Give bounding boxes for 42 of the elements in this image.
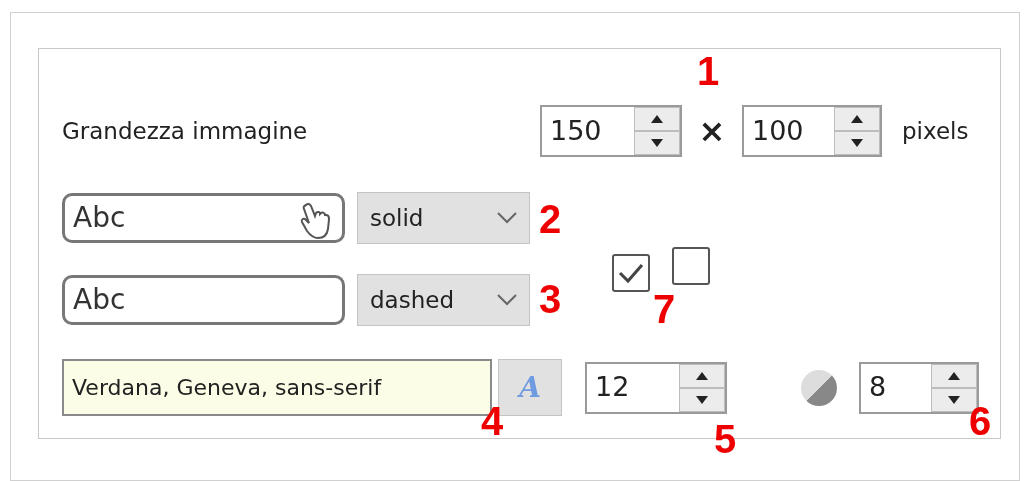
increment-button[interactable] bbox=[634, 107, 680, 131]
increment-button[interactable] bbox=[834, 107, 880, 131]
callout-number: 1 bbox=[697, 51, 720, 91]
sample-text: Abc bbox=[73, 200, 126, 236]
field-label: Grandezza immagine bbox=[62, 116, 309, 146]
down-arrow-icon bbox=[851, 139, 863, 147]
chevron-down-icon bbox=[497, 294, 517, 306]
number-spinner[interactable]: 150 bbox=[540, 105, 682, 157]
checkmark-icon bbox=[618, 262, 644, 284]
number-spinner[interactable]: 100 bbox=[742, 105, 882, 157]
rounded-corner-icon bbox=[799, 367, 839, 408]
up-arrow-icon bbox=[651, 115, 663, 123]
unit-label: pixels bbox=[902, 116, 969, 146]
callout-number: 2 bbox=[539, 199, 562, 239]
font-family-value: Verdana, Geneva, sans-serif bbox=[72, 374, 382, 402]
down-arrow-icon bbox=[948, 395, 960, 404]
decrement-button[interactable] bbox=[679, 387, 725, 412]
up-arrow-icon bbox=[948, 371, 960, 380]
up-arrow-icon bbox=[696, 371, 708, 380]
chevron-down-icon bbox=[497, 212, 517, 224]
spinner-value: 100 bbox=[751, 113, 805, 148]
down-arrow-icon bbox=[651, 139, 663, 147]
number-spinner[interactable]: 12 bbox=[585, 361, 727, 414]
down-arrow-icon bbox=[696, 395, 708, 404]
times-sign: × bbox=[697, 111, 727, 152]
line-style-dropdown[interactable]: dashed bbox=[357, 274, 530, 326]
decrement-button[interactable] bbox=[634, 131, 680, 155]
sample-text: Abc bbox=[73, 282, 126, 318]
up-arrow-icon bbox=[851, 115, 863, 123]
checkbox[interactable] bbox=[672, 247, 710, 285]
checkbox[interactable] bbox=[612, 254, 650, 292]
spinner-value: 8 bbox=[868, 370, 888, 405]
increment-button[interactable] bbox=[931, 363, 977, 388]
spinner-value: 12 bbox=[594, 370, 631, 405]
callout-number: 3 bbox=[539, 279, 562, 319]
hand-pointer-icon bbox=[298, 202, 332, 240]
callout-number: 5 bbox=[714, 419, 737, 459]
callout-number: 7 bbox=[653, 289, 676, 329]
line-style-dropdown[interactable]: solid bbox=[357, 192, 530, 244]
spinner-value: 150 bbox=[549, 113, 603, 148]
increment-button[interactable] bbox=[679, 363, 725, 388]
decrement-button[interactable] bbox=[834, 131, 880, 155]
